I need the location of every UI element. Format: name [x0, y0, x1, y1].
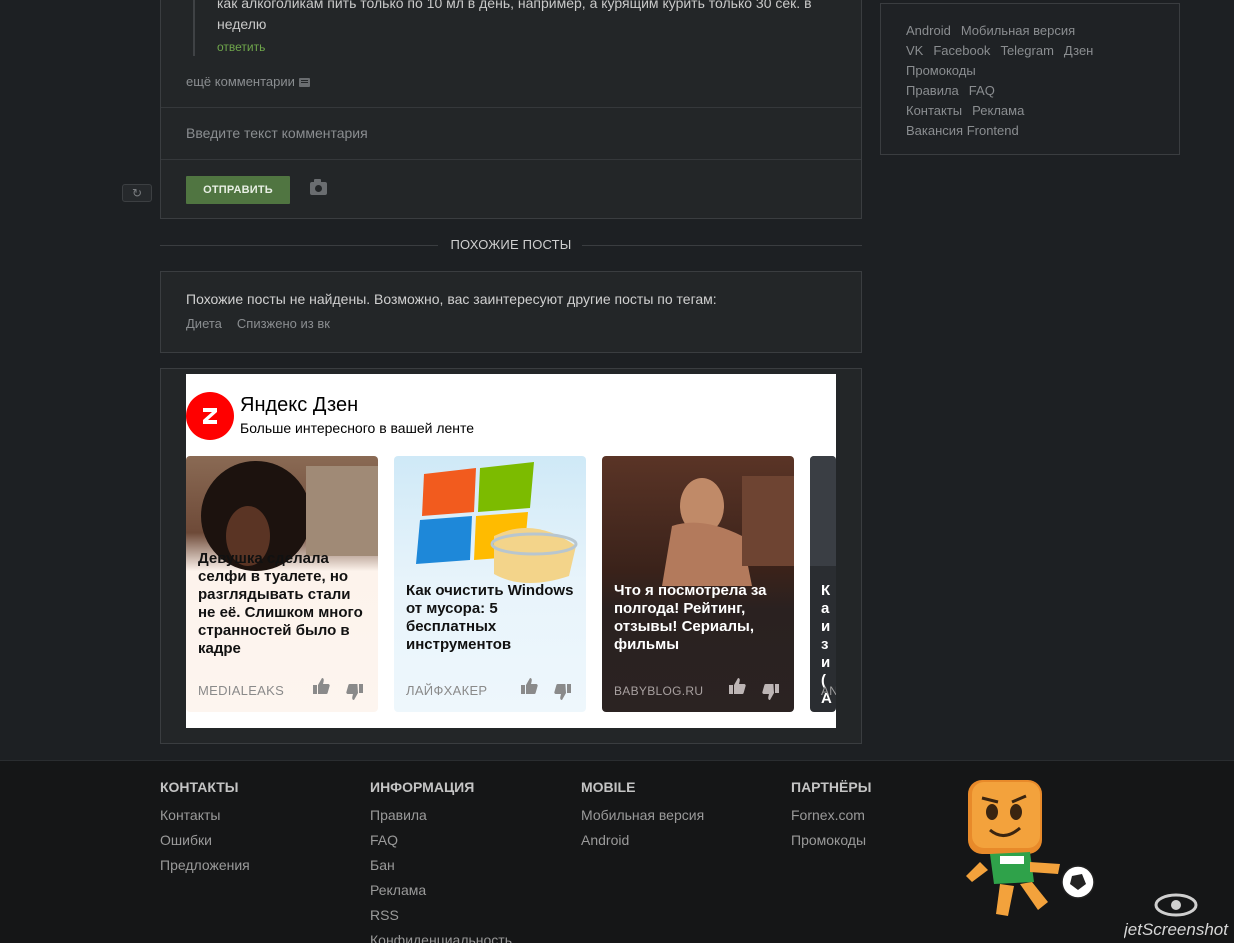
- mascot-image: [966, 780, 1095, 916]
- footer-heading: MOBILE: [581, 779, 636, 795]
- thumbs-down-icon[interactable]: [762, 683, 780, 701]
- zen-widget: Яндекс Дзен Больше интересного в вашей л…: [186, 374, 836, 728]
- sidebar-row: VK Facebook Telegram Дзен: [906, 41, 1103, 61]
- sidebar-links-box: Android Мобильная версия VK Facebook Telegr…: [880, 3, 1180, 155]
- sidebar-link-faq[interactable]: FAQ: [969, 83, 995, 98]
- sidebar-link-promocodes[interactable]: Промокоды: [906, 63, 976, 78]
- footer-column-mobile: MOBILE Мобильная версия Android: [581, 779, 704, 853]
- similar-posts-message: Похожие посты не найдены. Возможно, вас …: [186, 291, 717, 307]
- thumbs-up-icon[interactable]: [312, 677, 330, 695]
- footer-link[interactable]: Ошибки: [160, 828, 250, 853]
- footer-link[interactable]: Android: [581, 828, 704, 853]
- zen-card-title: Что я посмотрела за полгода! Рейтинг, от…: [614, 582, 767, 653]
- tag-link[interactable]: Спизжено из вк: [237, 316, 330, 331]
- footer-link[interactable]: Мобильная версия: [581, 803, 704, 828]
- zen-title[interactable]: Яндекс Дзен: [240, 394, 358, 417]
- footer-link[interactable]: Реклама: [370, 878, 512, 903]
- zen-card[interactable]: Ка из и ( Ан AN: [810, 456, 836, 712]
- zen-card[interactable]: Девушка сделала селфи в туалете, но разг…: [186, 456, 378, 712]
- sidebar-row: Вакансия Frontend: [906, 121, 1103, 141]
- footer-link[interactable]: Контакты: [160, 803, 250, 828]
- footer-link[interactable]: Промокоды: [791, 828, 871, 853]
- section-divider-left: [160, 245, 438, 246]
- tag-list: Диета Спизжено из вк: [186, 316, 345, 331]
- svg-text:jetScreenshot: jetScreenshot: [1124, 920, 1229, 939]
- sidebar-link-vk[interactable]: VK: [906, 43, 923, 58]
- sidebar-link-ads[interactable]: Реклама: [972, 103, 1024, 118]
- sidebar-row: Промокоды: [906, 61, 1103, 81]
- divider: [161, 159, 861, 160]
- footer-link[interactable]: FAQ: [370, 828, 512, 853]
- thumbs-up-icon[interactable]: [728, 677, 746, 695]
- sidebar-link-mobile[interactable]: Мобильная версия: [961, 23, 1075, 38]
- thumbs-down-icon[interactable]: [346, 683, 364, 701]
- tag-link[interactable]: Диета: [186, 316, 222, 331]
- comment-thread: как алкоголикам пить только по 10 мл в д…: [193, 0, 833, 56]
- refresh-icon[interactable]: ↻: [122, 184, 152, 202]
- sidebar-link-vacancy[interactable]: Вакансия Frontend: [906, 123, 1019, 138]
- zen-card[interactable]: Как очистить Windows от мусора: 5 беспла…: [394, 456, 586, 712]
- footer-heading: КОНТАКТЫ: [160, 779, 239, 795]
- footer-column-partners: ПАРТНЁРЫ Fornex.com Промокоды: [791, 779, 871, 853]
- zen-card[interactable]: Что я посмотрела за полгода! Рейтинг, от…: [602, 456, 794, 712]
- footer-link[interactable]: Бан: [370, 853, 512, 878]
- zen-card-title: Девушка сделала селфи в туалете, но разг…: [198, 550, 363, 657]
- zen-card-source: MEDIALEAKS: [198, 683, 285, 698]
- similar-posts-heading: ПОХОЖИЕ ПОСТЫ: [450, 237, 572, 252]
- zen-card-source: ЛАЙФХАКЕР: [406, 683, 488, 698]
- section-divider-right: [582, 245, 862, 246]
- footer-link[interactable]: Правила: [370, 803, 512, 828]
- sidebar-link-telegram[interactable]: Telegram: [1000, 43, 1053, 58]
- zen-subtitle: Больше интересного в вашей ленте: [240, 420, 475, 436]
- thumbs-up-icon[interactable]: [520, 677, 538, 695]
- sidebar-row: Правила FAQ: [906, 81, 1103, 101]
- zen-logo-icon[interactable]: [186, 392, 234, 440]
- thumbs-down-icon[interactable]: [554, 683, 572, 701]
- comment-text: как алкоголикам пить только по 10 мл в д…: [217, 0, 812, 32]
- zen-widget-card: Яндекс Дзен Больше интересного в вашей л…: [160, 368, 862, 744]
- footer-link[interactable]: Конфиденциальность: [370, 928, 512, 943]
- camera-icon[interactable]: [310, 179, 327, 195]
- more-comments-link[interactable]: ещё комментарии: [186, 74, 310, 89]
- footer-column-contacts: КОНТАКТЫ Контакты Ошибки Предложения: [160, 779, 250, 878]
- zen-card-source: AN: [821, 684, 836, 698]
- footer-link[interactable]: Fornex.com: [791, 803, 871, 828]
- comment-input[interactable]: Введите текст комментария: [186, 125, 368, 141]
- sidebar-links: Android Мобильная версия VK Facebook Telegr…: [906, 21, 1103, 141]
- sidebar-link-rules[interactable]: Правила: [906, 83, 959, 98]
- comment-card: как алкоголикам пить только по 10 мл в д…: [160, 0, 862, 219]
- sidebar-link-facebook[interactable]: Facebook: [933, 43, 990, 58]
- footer-heading: ПАРТНЁРЫ: [791, 779, 872, 795]
- divider: [161, 107, 861, 108]
- more-comments-label: ещё комментарии: [186, 74, 295, 89]
- watermark-logo: jetScreenshot: [1124, 893, 1229, 939]
- send-button[interactable]: ОТПРАВИТЬ: [186, 176, 290, 204]
- sidebar-link-contacts[interactable]: Контакты: [906, 103, 962, 118]
- footer-heading: ИНФОРМАЦИЯ: [370, 779, 475, 795]
- zen-card-title: Как очистить Windows от мусора: 5 беспла…: [406, 582, 574, 653]
- footer-column-info: ИНФОРМАЦИЯ Правила FAQ Бан Реклама RSS К…: [370, 779, 512, 943]
- sidebar-row: Контакты Реклама: [906, 101, 1103, 121]
- footer-link[interactable]: Предложения: [160, 853, 250, 878]
- sidebar-row: Android Мобильная версия: [906, 21, 1103, 41]
- reply-link[interactable]: ответить: [217, 40, 265, 54]
- zen-card-source: BABYBLOG.RU: [614, 684, 704, 698]
- sidebar-link-android[interactable]: Android: [906, 23, 951, 38]
- sidebar-link-zen[interactable]: Дзен: [1064, 43, 1093, 58]
- similar-posts-card: Похожие посты не найдены. Возможно, вас …: [160, 271, 862, 353]
- comment-icon: [298, 78, 310, 88]
- footer-link[interactable]: RSS: [370, 903, 512, 928]
